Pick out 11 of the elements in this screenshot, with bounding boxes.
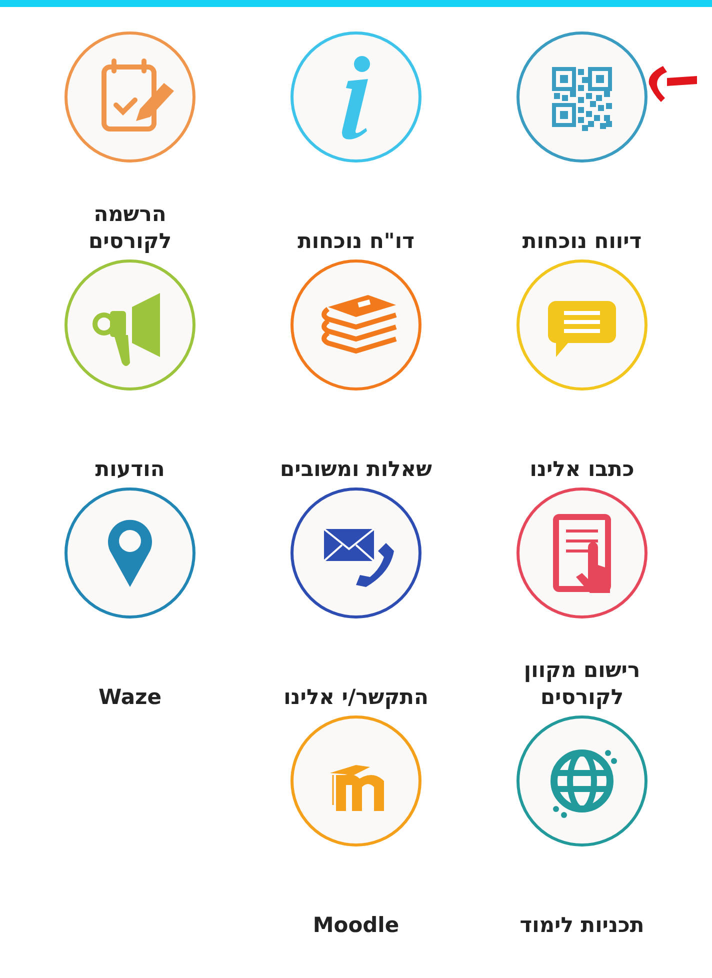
menu-item[interactable]: רישום מקוון לקורסים	[469, 487, 695, 715]
menu-item[interactable]: דיווח נוכחות	[469, 31, 695, 259]
menu-item[interactable]: הרשמה לקורסים	[17, 31, 243, 259]
menu-item[interactable]: Moodle	[243, 715, 469, 943]
menu-item[interactable]: דו"ח נוכחות	[243, 31, 469, 259]
menu-item[interactable]: התקשר/י אלינו	[243, 487, 469, 715]
menu-item[interactable]: הודעות	[17, 259, 243, 487]
menu-item[interactable]: Waze	[17, 487, 243, 715]
menu-item[interactable]: תכניות לימוד	[469, 715, 695, 943]
menu-item[interactable]: שאלות ומשובים	[243, 259, 469, 487]
menu-item[interactable]: כתבו אלינו	[469, 259, 695, 487]
